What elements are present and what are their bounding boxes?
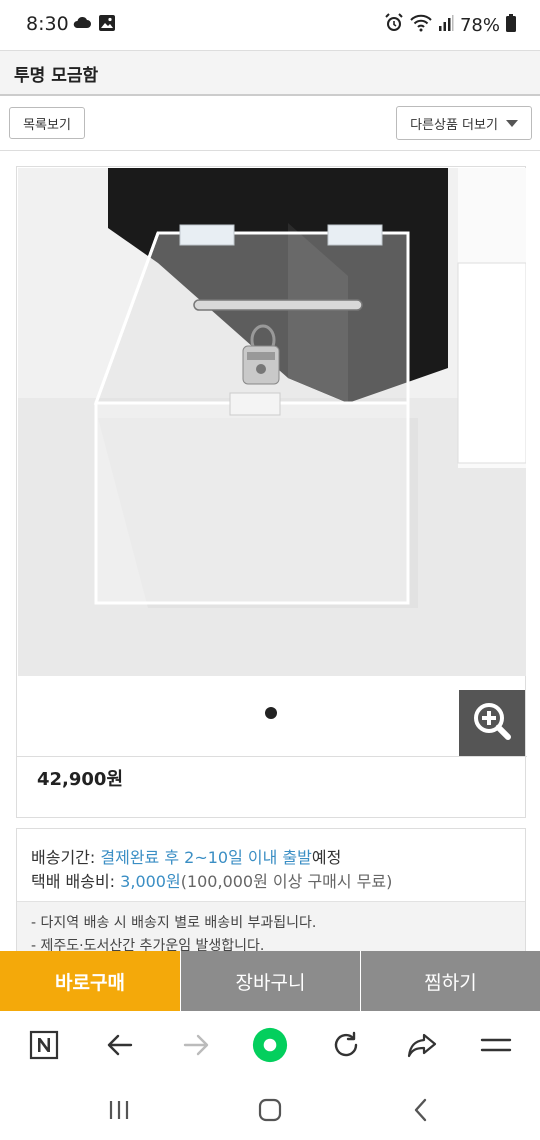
shipping-period-suffix: 예정: [311, 848, 342, 867]
naver-home-icon[interactable]: [26, 1027, 62, 1063]
shipping-notes: - 다지역 배송 시 배송지 별로 배송비 부과됩니다. - 제주도·도서산간 …: [17, 901, 525, 957]
shipping-period: 배송기간: 결제완료 후 2~10일 이내 출발예정: [31, 844, 341, 868]
shipping-fee-label: 택배 배송비:: [31, 872, 116, 891]
buy-now-button[interactable]: 바로구매: [0, 951, 180, 1011]
signal-icon: [438, 14, 454, 37]
list-view-button[interactable]: 목록보기: [9, 107, 85, 139]
list-view-label: 목록보기: [23, 117, 71, 133]
refresh-icon[interactable]: [328, 1027, 364, 1063]
shipping-info: 배송기간: 결제완료 후 2~10일 이내 출발예정 택배 배송비: 3,000…: [16, 828, 526, 958]
acrylic-box-illustration: [18, 168, 526, 676]
divider: [17, 756, 527, 757]
more-products-label: 다른상품 더보기: [410, 117, 498, 133]
shipping-period-value: 결제완료 후 2~10일 이내 출발: [100, 848, 312, 867]
zoom-button[interactable]: [459, 690, 525, 756]
forward-arrow-icon[interactable]: [178, 1027, 214, 1063]
product-image[interactable]: [18, 168, 526, 676]
shipping-fee-note: (100,000원 이상 구매시 무료): [180, 872, 393, 891]
wishlist-button[interactable]: 찜하기: [360, 951, 540, 1011]
browser-toolbar: [0, 1011, 540, 1079]
shipping-period-label: 배송기간:: [31, 848, 96, 867]
product-price: 42,900원: [37, 769, 124, 790]
share-icon[interactable]: [404, 1027, 440, 1063]
shipping-note: - 다지역 배송 시 배송지 별로 배송비 부과됩니다.: [31, 915, 317, 931]
zoom-in-icon: [470, 699, 514, 747]
menu-icon[interactable]: [478, 1027, 514, 1063]
page-header: 투명 모금함: [0, 50, 540, 96]
shipping-fee: 택배 배송비: 3,000원(100,000원 이상 구매시 무료): [31, 868, 392, 892]
naver-green-dot-icon[interactable]: [252, 1027, 288, 1063]
status-time: 8:30: [26, 13, 69, 35]
status-bar: 8:30 78%: [0, 0, 540, 50]
more-products-dropdown[interactable]: 다른상품 더보기: [396, 106, 532, 140]
divider: [0, 150, 540, 151]
home-icon[interactable]: [255, 1095, 285, 1125]
product-card: 42,900원: [16, 166, 527, 818]
add-to-cart-button[interactable]: 장바구니: [180, 951, 360, 1011]
status-right-icons: 78%: [384, 13, 516, 38]
system-navigation-bar: [0, 1079, 540, 1140]
carousel-dot-active[interactable]: [265, 707, 277, 719]
page-title: 투명 모금함: [14, 66, 99, 86]
cloud-icon: [72, 14, 92, 36]
battery-percent: 78%: [459, 15, 500, 36]
shipping-fee-value: 3,000원: [120, 872, 181, 891]
battery-icon: [506, 14, 516, 37]
status-left-icons: [72, 14, 116, 36]
wifi-icon: [410, 14, 432, 37]
caret-down-icon: [505, 119, 518, 127]
back-icon[interactable]: [406, 1095, 436, 1125]
recent-apps-icon[interactable]: [104, 1095, 134, 1125]
purchase-bar: 바로구매 장바구니 찜하기: [0, 951, 540, 1011]
gallery-icon: [98, 14, 116, 36]
alarm-icon: [384, 13, 404, 38]
back-arrow-icon[interactable]: [102, 1027, 138, 1063]
